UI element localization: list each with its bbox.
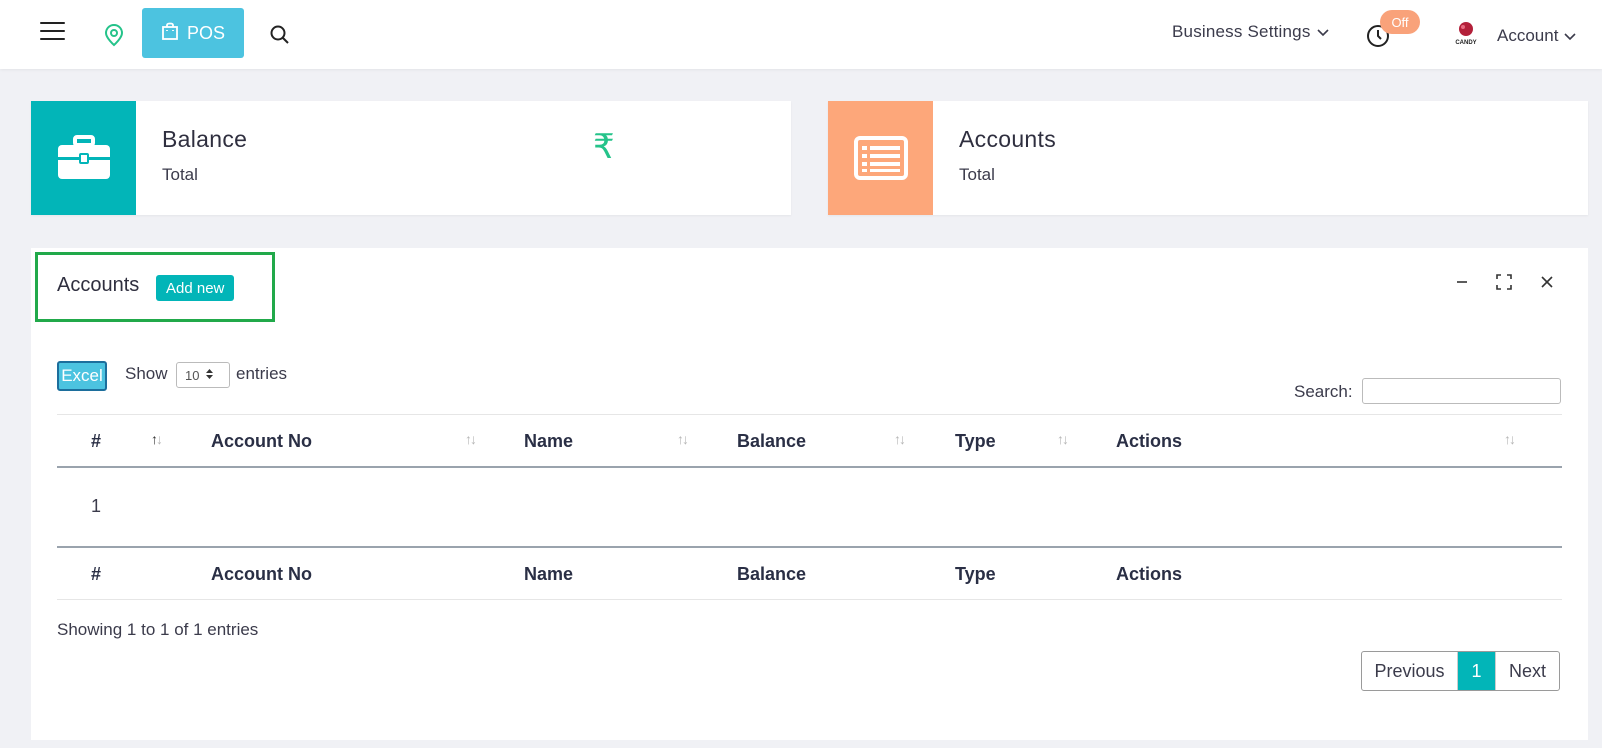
location-icon[interactable] [103, 23, 125, 47]
chevron-down-icon [1564, 26, 1577, 46]
close-icon[interactable] [1535, 270, 1559, 294]
excel-export-button[interactable]: Excel [57, 361, 107, 391]
table-info: Showing 1 to 1 of 1 entries [57, 620, 259, 639]
sort-icon[interactable]: ↑↓ [151, 431, 163, 447]
balance-card-subtitle: Total [162, 165, 198, 184]
search-icon[interactable] [269, 24, 291, 46]
col-header-account-no[interactable]: Account No [211, 431, 312, 452]
table-header: # ↑↓ Account No ↑↓ Name ↑↓ Balance ↑↓ Ty… [57, 414, 1562, 468]
accounts-panel: Accounts Add new Excel Show 10 entries S… [31, 248, 1588, 740]
pagination: Previous 1 Next [1361, 651, 1560, 691]
business-logo: CANDY [1452, 20, 1480, 46]
col-footer-index: # [91, 564, 102, 584]
col-header-actions[interactable]: Actions [1116, 431, 1182, 452]
add-new-button[interactable]: Add new [156, 275, 235, 301]
col-footer-actions: Actions [1116, 564, 1183, 584]
table-footer: # Account No Name Balance Type Actions [57, 546, 1562, 600]
page-1-button[interactable]: 1 [1458, 652, 1495, 690]
col-footer-name: Name [524, 564, 574, 584]
search-input[interactable] [1362, 378, 1561, 404]
business-settings-dropdown[interactable]: Business Settings [1172, 22, 1329, 42]
menu-icon[interactable] [40, 22, 65, 42]
col-header-type[interactable]: Type [955, 431, 996, 452]
top-navbar: POS Business Settings Off CANDY Account [0, 0, 1602, 69]
sort-icon[interactable]: ↑↓ [677, 431, 689, 447]
balance-card: Balance Total ₹ [31, 101, 791, 215]
rupee-icon: ₹ [593, 128, 615, 166]
briefcase-icon [31, 101, 136, 215]
shopping-bag-icon [161, 21, 179, 46]
search-label: Search: [1294, 382, 1353, 401]
accounts-card: Accounts Total [828, 101, 1588, 215]
col-footer-type: Type [955, 564, 996, 584]
panel-title: Accounts [57, 274, 140, 296]
page-length-select[interactable]: 10 [176, 362, 230, 388]
col-header-index[interactable]: # [91, 431, 101, 452]
sort-icon[interactable]: ↑↓ [1057, 431, 1069, 447]
entries-label: entries [236, 364, 288, 383]
list-icon [828, 101, 933, 215]
show-label: Show [125, 364, 168, 383]
previous-page-button[interactable]: Previous [1362, 652, 1458, 690]
business-settings-label: Business Settings [1172, 22, 1311, 41]
sort-icon[interactable]: ↑↓ [465, 431, 477, 447]
logo-text: CANDY [1455, 40, 1476, 46]
sort-icon[interactable]: ↑↓ [1504, 431, 1516, 447]
next-page-button[interactable]: Next [1495, 652, 1559, 690]
col-header-balance[interactable]: Balance [737, 431, 806, 452]
minimize-icon[interactable] [1450, 270, 1474, 294]
select-arrows-icon [205, 368, 214, 383]
pos-label: POS [186, 22, 225, 43]
accounts-card-title: Accounts [959, 126, 1057, 152]
cell-index: 1 [91, 496, 102, 516]
account-dropdown[interactable]: Account [1497, 26, 1577, 46]
account-label: Account [1497, 26, 1559, 45]
sort-icon[interactable]: ↑↓ [894, 431, 906, 447]
page-length-value: 10 [185, 367, 200, 383]
accounts-card-subtitle: Total [959, 165, 995, 184]
balance-card-title: Balance [162, 126, 248, 152]
col-footer-balance: Balance [737, 564, 807, 584]
clock-status-badge: Off [1380, 10, 1420, 34]
col-footer-account-no: Account No [211, 564, 312, 584]
fullscreen-icon[interactable] [1492, 270, 1516, 294]
chevron-down-icon [1316, 22, 1329, 42]
col-header-name[interactable]: Name [524, 431, 573, 452]
pos-button[interactable]: POS [142, 8, 244, 58]
